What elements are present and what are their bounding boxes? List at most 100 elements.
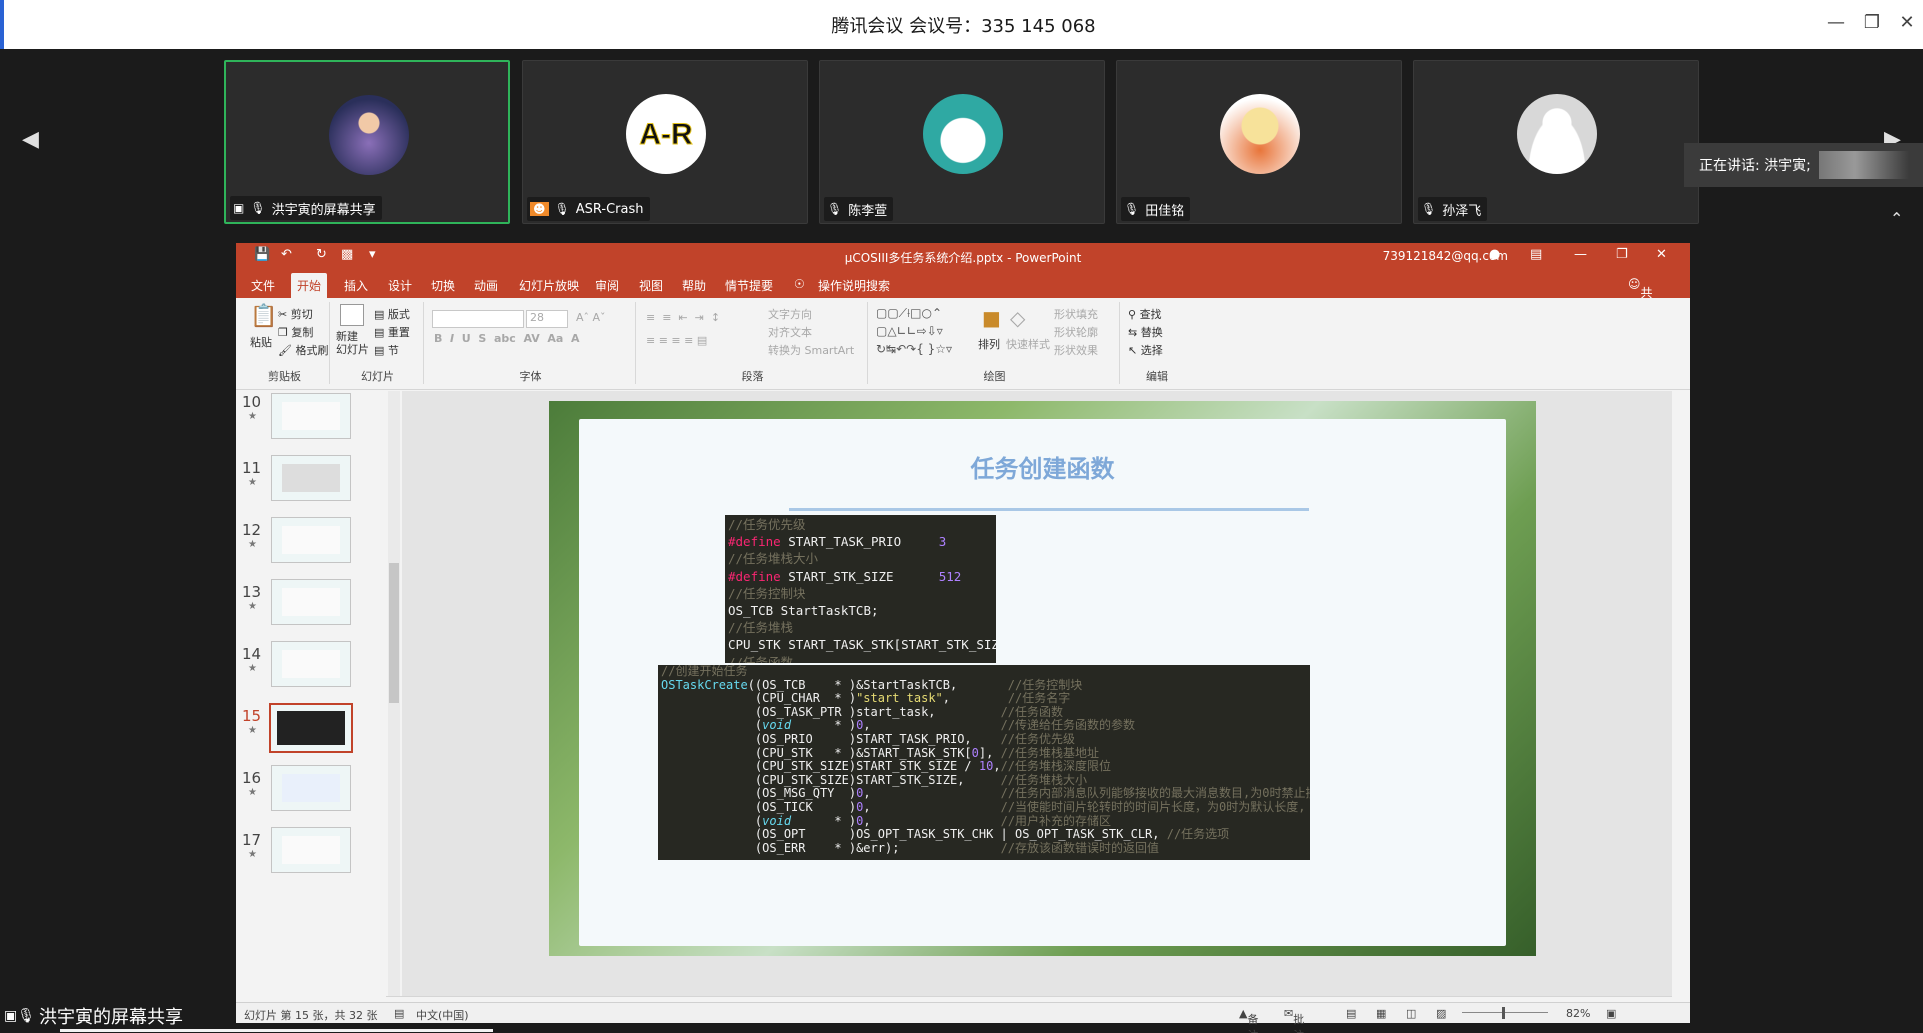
slide-thumbnail[interactable] xyxy=(271,393,351,439)
font-style-icons[interactable]: B I U S abc AV Aa A xyxy=(434,332,580,345)
shape-effects-button[interactable]: 形状效果 xyxy=(1054,342,1098,358)
reset-button[interactable]: ▤ 重置 xyxy=(374,324,410,340)
restore-icon[interactable]: ❐ xyxy=(1616,247,1628,262)
language-indicator[interactable]: 中文(中国) xyxy=(416,1007,469,1023)
tab-transitions[interactable]: 切换 xyxy=(431,277,455,294)
collapse-icon[interactable]: ⌃ xyxy=(1890,209,1903,228)
notes-toggle[interactable]: ▲ 备注 xyxy=(1239,1007,1258,1033)
close-icon[interactable]: ✕ xyxy=(1656,247,1667,262)
align-text-button[interactable]: 对齐文本 xyxy=(768,324,812,340)
tab-help[interactable]: 帮助 xyxy=(682,277,706,294)
shapes-gallery[interactable]: ▢▢⟋⟊□○⌃ ▢△∟∟⇨⇩▿ ↻↹↶↷{ }☆▿ xyxy=(876,304,952,358)
find-button[interactable]: ⚲ 查找 xyxy=(1128,306,1162,322)
smartart-button[interactable]: 转换为 SmartArt xyxy=(768,342,854,358)
participant-tile[interactable]: 🎙 田佳铭 xyxy=(1116,60,1402,224)
tab-animations[interactable]: 动画 xyxy=(474,277,498,294)
font-family-select[interactable] xyxy=(432,310,524,328)
align-icons[interactable]: ≡ ≡ ≡ ≡ ▤ xyxy=(646,334,707,347)
svg-text:A-R: A-R xyxy=(639,118,693,151)
arrange-icon[interactable]: ■ xyxy=(982,306,1001,330)
slide-title[interactable]: 任务创建函数 xyxy=(549,449,1536,484)
shape-outline-button[interactable]: 形状轮廓 xyxy=(1054,324,1098,340)
comments-toggle[interactable]: ✉ 批注 xyxy=(1284,1007,1304,1033)
participant-tile[interactable]: A-R ☻ 🎙 ASR-Crash xyxy=(522,60,808,224)
ribbon-display-icon[interactable]: ▤ xyxy=(1530,247,1542,262)
slideshow-view-icon[interactable]: ▨ xyxy=(1436,1007,1446,1020)
zoom-slider-thumb[interactable] xyxy=(1502,1007,1505,1019)
participant-name: 田佳铭 xyxy=(1145,203,1185,219)
tab-insert[interactable]: 插入 xyxy=(344,277,368,294)
slide-thumbnail[interactable] xyxy=(271,827,351,873)
participant-label: 🎙 田佳铭 xyxy=(1121,197,1191,221)
minimize-icon[interactable]: — xyxy=(1826,12,1846,33)
tab-slideshow[interactable]: 幻灯片放映 xyxy=(519,277,579,294)
tab-file[interactable]: 文件 xyxy=(251,277,275,294)
zoom-slider[interactable] xyxy=(1462,1012,1548,1013)
format-painter-button[interactable]: 🖌 格式刷 xyxy=(278,342,328,358)
new-slide-icon[interactable] xyxy=(340,304,364,326)
tab-design[interactable]: 设计 xyxy=(388,277,412,294)
paste-button[interactable]: 粘贴 xyxy=(250,334,272,350)
cut-button[interactable]: ✂ 剪切 xyxy=(278,306,313,322)
minimize-icon[interactable]: — xyxy=(1574,247,1587,262)
section-button[interactable]: ▤ 节 xyxy=(374,342,399,358)
participant-tile[interactable]: 🎙 陈李萱 xyxy=(819,60,1105,224)
font-group: 28 Aˆ Aˇ B I U S abc AV Aa A 字体 xyxy=(426,302,636,384)
share-button[interactable]: ☺ 共享 xyxy=(1628,277,1653,317)
copy-button[interactable]: ❐ 复制 xyxy=(278,324,313,340)
arrange-button[interactable]: 排列 xyxy=(978,336,1000,352)
tab-review[interactable]: 审阅 xyxy=(595,277,619,294)
tab-home[interactable]: 开始 xyxy=(291,273,328,300)
tab-storyboard[interactable]: 情节提要 xyxy=(725,277,773,294)
avatar-icon[interactable]: ● xyxy=(1489,247,1500,262)
layout-label: 版式 xyxy=(387,308,410,321)
quick-styles-icon[interactable]: ◇ xyxy=(1010,306,1025,330)
paste-icon[interactable]: 📋 xyxy=(250,304,277,329)
fit-to-window-icon[interactable]: ▣ xyxy=(1606,1007,1616,1020)
slide-number: 16 xyxy=(242,769,262,787)
slide-thumbnail[interactable] xyxy=(271,579,351,625)
slide-thumbnail[interactable] xyxy=(271,455,351,501)
scrollbar-thumb[interactable] xyxy=(389,563,399,703)
new-slide-button[interactable]: 新建 幻灯片 xyxy=(336,330,369,356)
animation-star-icon: ★ xyxy=(248,663,257,674)
restore-icon[interactable]: ❐ xyxy=(1862,12,1882,33)
slide-thumbnail-selected[interactable] xyxy=(269,703,353,753)
code-block-ostaskcreate[interactable]: //创建开始任务 OSTaskCreate((OS_TCB * )&StartT… xyxy=(658,665,1310,860)
participant-label: 🎙 孙泽飞 xyxy=(1418,197,1488,221)
tab-view[interactable]: 视图 xyxy=(639,277,663,294)
zoom-level[interactable]: 82% xyxy=(1566,1007,1590,1020)
font-size-up-icon[interactable]: Aˆ Aˇ xyxy=(576,311,606,324)
reading-view-icon[interactable]: ◫ xyxy=(1406,1007,1416,1020)
list-icons[interactable]: ≡ ≡ ⇤ ⇥ ↕ xyxy=(646,311,720,324)
speaking-text: 正在讲话: 洪宇寅; xyxy=(1699,158,1811,174)
text-direction-button[interactable]: 文字方向 xyxy=(768,306,812,322)
participant-name: 陈李萱 xyxy=(848,203,888,219)
quick-styles-button[interactable]: 快速样式 xyxy=(1006,336,1050,352)
select-button[interactable]: ↖ 选择 xyxy=(1128,342,1163,358)
prev-page-icon[interactable]: ◀ xyxy=(22,127,39,152)
sorter-view-icon[interactable]: ▦ xyxy=(1376,1007,1386,1020)
participant-tile[interactable]: ▣ 🎙 洪宇寅的屏幕共享 xyxy=(224,60,510,224)
ribbon-tabs: 文件 开始 插入 设计 切换 动画 幻灯片放映 审阅 视图 帮助 情节提要 ☉ … xyxy=(236,270,1690,317)
microphone-muted-icon: 🎙 xyxy=(554,202,570,216)
slide[interactable]: 任务创建函数 //任务优先级 #define START_TASK_PRIO 3… xyxy=(549,401,1536,956)
close-icon[interactable]: ✕ xyxy=(1897,12,1917,33)
slide-thumbnail[interactable] xyxy=(271,641,351,687)
code-block-definitions[interactable]: //任务优先级 #define START_TASK_PRIO 3 //任务堆栈… xyxy=(725,515,996,663)
layout-button[interactable]: ▤ 版式 xyxy=(374,306,410,322)
replace-button[interactable]: ⇆ 替换 xyxy=(1128,324,1163,340)
animation-star-icon: ★ xyxy=(248,539,257,550)
group-label: 编辑 xyxy=(1146,370,1168,383)
slide-thumbnail[interactable] xyxy=(271,517,351,563)
shape-fill-button[interactable]: 形状填充 xyxy=(1054,306,1098,322)
find-label: 查找 xyxy=(1139,308,1162,321)
spelling-icon[interactable]: ▤ xyxy=(394,1007,404,1020)
slide-thumbnail[interactable] xyxy=(271,765,351,811)
thumbnail-scrollbar[interactable] xyxy=(388,391,400,996)
tell-me-search[interactable]: 操作说明搜索 xyxy=(818,277,890,294)
participant-tile[interactable]: 🎙 孙泽飞 xyxy=(1413,60,1699,224)
font-size-select[interactable]: 28 xyxy=(526,310,568,328)
normal-view-icon[interactable]: ▤ xyxy=(1346,1007,1356,1020)
drawing-group: ▢▢⟋⟊□○⌃ ▢△∟∟⇨⇩▿ ↻↹↶↷{ }☆▿ ■ 排列 ◇ 快速样式 形状… xyxy=(870,302,1120,384)
